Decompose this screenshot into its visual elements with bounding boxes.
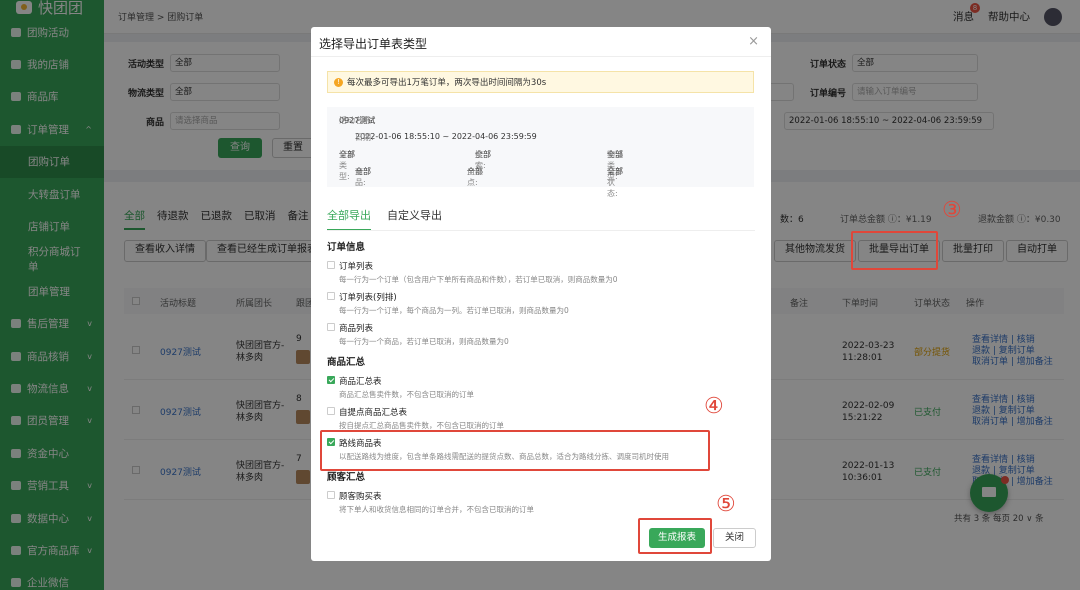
option-name: 商品汇总表 (339, 377, 382, 387)
export-info-box: 活动名称: 0927测试 日期: 2022-01-06 18:55:10 ~ 2… (327, 107, 754, 198)
checkbox[interactable] (327, 491, 335, 499)
export-option[interactable]: 顾客购买表将下单人和收货信息相同的订单合并，不包含已取消的订单 (327, 490, 755, 515)
export-option[interactable]: 订单列表(列排) 每一行为一个订单，每个商品为一列。若订单已取消，则商品数量为0 (327, 291, 755, 316)
section-title: 订单信息 (327, 242, 366, 253)
highlight-generate (638, 518, 712, 554)
option-desc: 每一行为一个订单（包含用户下单所有商品和件数），若订单已取消，则商品数量为0 (339, 275, 618, 284)
divider (311, 56, 771, 57)
checkbox[interactable] (327, 261, 335, 269)
option-name: 自提点商品汇总表 (339, 408, 408, 418)
info-order-type-label: 订单类型: (339, 150, 355, 181)
step-4-marker: ④ (704, 394, 724, 419)
tabs-divider (327, 230, 755, 231)
info-pickup-label: 自提点: (467, 167, 483, 187)
dialog-close-icon[interactable]: × (748, 34, 759, 49)
info-status: 订单状态: 全部 (607, 166, 623, 198)
warning-icon: ! (334, 77, 343, 87)
checkbox[interactable] (327, 292, 335, 300)
highlight-batch-export (851, 231, 938, 270)
tab-export-custom[interactable]: 自定义导出 (387, 207, 442, 231)
info-date-value: 2022-01-06 18:55:10 ~ 2022-04-06 23:59:5… (355, 132, 537, 141)
checkbox[interactable] (327, 407, 335, 415)
export-option[interactable]: 订单列表每一行为一个订单（包含用户下单所有商品和件数），若订单已取消，则商品数量… (327, 260, 755, 285)
alert-text: 每次最多可导出1万笔订单，两次导出时间间隔为30s (347, 78, 547, 88)
option-desc: 每一行为一个订单，每个商品为一列。若订单已取消，则商品数量为0 (339, 306, 569, 315)
option-name: 订单列表 (339, 262, 374, 272)
option-desc: 每一行为一个商品，若订单已取消，则商品数量为0 (339, 337, 509, 346)
export-options-list: 订单信息订单列表每一行为一个订单（包含用户下单所有商品和件数），若订单已取消，则… (327, 232, 755, 524)
export-type-dialog: 选择导出订单表类型 × ! 每次最多可导出1万笔订单，两次导出时间间隔为30s … (311, 27, 771, 561)
export-tabs: 全部导出 自定义导出 (327, 207, 442, 231)
option-desc: 将下单人和收货信息相同的订单合并，不包含已取消的订单 (339, 505, 534, 514)
step-5-marker: ⑤ (716, 492, 736, 517)
export-option[interactable]: 自提点商品汇总表 按自提点汇总商品售卖件数，不包含已取消的订单 (327, 406, 755, 431)
info-name-label: 活动名称: (339, 116, 374, 125)
info-name: 活动名称: 0927测试 (339, 115, 375, 126)
option-desc: 商品汇总售卖件数，不包含已取消的订单 (339, 390, 474, 399)
close-button[interactable]: 关闭 (713, 528, 756, 548)
checkbox-checked[interactable] (327, 376, 335, 384)
info-order-type: 订单类型: 全部 (339, 149, 355, 181)
info-search: 搜索: 全部 (475, 149, 491, 170)
option-name: 订单列表(列排) (339, 293, 397, 303)
option-name: 商品列表 (339, 324, 374, 334)
section-title: 商品汇总 (327, 357, 366, 368)
highlight-route-table (320, 430, 710, 471)
tab-export-all[interactable]: 全部导出 (327, 207, 371, 231)
export-option[interactable]: 商品汇总表商品汇总售卖件数，不包含已取消的订单 (327, 375, 755, 400)
export-option[interactable]: 商品列表每一行为一个商品，若订单已取消，则商品数量为0 (327, 322, 755, 347)
info-status-label: 订单状态: (607, 167, 623, 198)
option-name: 顾客购买表 (339, 492, 382, 502)
info-pickup: 自提点: 全部 (467, 166, 483, 187)
export-limit-alert: ! 每次最多可导出1万笔订单，两次导出时间间隔为30s (327, 71, 754, 93)
step-3-marker: ③ (942, 198, 962, 223)
info-date: 日期: 2022-01-06 18:55:10 ~ 2022-04-06 23:… (355, 132, 537, 142)
section-title: 顾客汇总 (327, 472, 366, 483)
dialog-title: 选择导出订单表类型 (319, 37, 428, 51)
info-product: 商品: 全部 (355, 166, 371, 187)
checkbox[interactable] (327, 323, 335, 331)
info-date-label: 日期: (355, 133, 374, 142)
info-product-label: 商品: (355, 167, 366, 187)
info-logistics: 物流类型: 全部 (607, 149, 623, 181)
